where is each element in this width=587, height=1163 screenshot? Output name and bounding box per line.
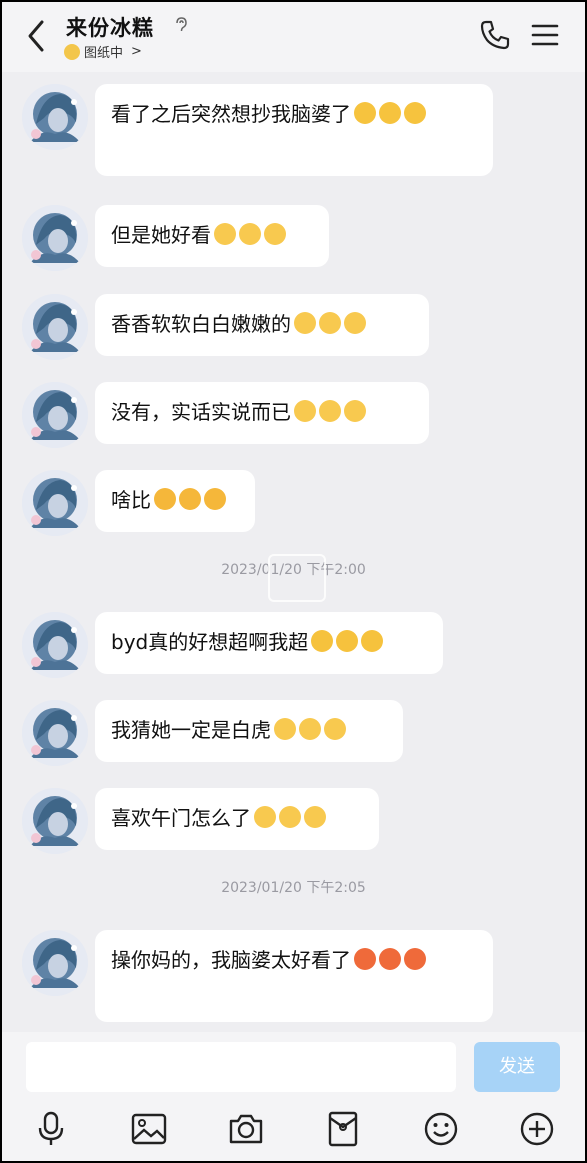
chevron-right-icon: > — [131, 44, 142, 59]
cute-emoji-icon — [319, 312, 341, 334]
angry-emoji-icon — [379, 948, 401, 970]
status-text: 图纸中 — [84, 46, 124, 61]
cute-emoji-icon — [344, 400, 366, 422]
avatar[interactable] — [22, 930, 88, 996]
message-text: 喜欢午门怎么了 — [111, 806, 251, 830]
message-bubble[interactable]: 看了之后突然想抄我脑婆了 — [95, 84, 493, 176]
message-text: 香香软软白白嫩嫩的 — [111, 312, 291, 336]
hearing-icon — [176, 17, 187, 32]
plead-emoji-icon — [354, 102, 376, 124]
cry-emoji-icon — [311, 630, 334, 652]
message-bubble[interactable]: 香香软软白白嫩嫩的 — [95, 294, 429, 356]
avatar[interactable] — [22, 205, 88, 271]
send-button[interactable]: 发送 — [474, 1042, 560, 1092]
cute-emoji-icon — [299, 718, 321, 740]
message-text: 没有，实话实说而已 — [111, 400, 291, 424]
message-bubble[interactable]: byd真的好想超啊我超 — [95, 612, 443, 674]
angry-emoji-icon — [404, 948, 426, 970]
message-text: 我猜她一定是白虎 — [111, 718, 271, 742]
avatar[interactable] — [22, 612, 88, 678]
plus-icon[interactable] — [518, 1110, 556, 1148]
message-text: 看了之后突然想抄我脑婆了 — [111, 102, 351, 126]
message-text: 操你妈的，我脑婆太好看了 — [111, 948, 351, 972]
menu-icon[interactable] — [530, 20, 560, 50]
message-bubble[interactable]: 我猜她一定是白虎 — [95, 700, 403, 762]
timestamp: 2023/01/20 下午2:05 — [221, 880, 366, 896]
cute-emoji-icon — [274, 718, 296, 740]
tongue-emoji-icon — [204, 488, 226, 510]
status-emoji-icon — [64, 43, 80, 60]
avatar[interactable] — [22, 788, 88, 854]
avatar[interactable] — [22, 470, 88, 536]
message-text: 但是她好看 — [111, 223, 211, 247]
cute-emoji-icon — [324, 718, 346, 740]
chat-title[interactable]: 来份冰糕 — [66, 12, 154, 42]
message-bubble[interactable]: 但是她好看 — [95, 205, 329, 267]
emoji-icon[interactable] — [422, 1110, 460, 1148]
cute-emoji-icon — [264, 223, 286, 245]
mic-icon[interactable] — [32, 1110, 70, 1148]
avatar[interactable] — [22, 382, 88, 448]
image-icon[interactable] — [130, 1110, 168, 1148]
message-bubble[interactable]: 没有，实话实说而已 — [95, 382, 429, 444]
camera-icon[interactable] — [227, 1110, 265, 1148]
avatar[interactable] — [22, 700, 88, 766]
cute-emoji-icon — [344, 312, 366, 334]
avatar[interactable] — [22, 294, 88, 360]
phone-icon[interactable] — [478, 18, 512, 52]
cute-emoji-icon — [294, 400, 316, 422]
cute-emoji-icon — [294, 312, 316, 334]
message-input[interactable] — [26, 1042, 456, 1092]
message-bubble[interactable]: 喜欢午门怎么了 — [95, 788, 379, 850]
chat-toolbar — [2, 1096, 585, 1161]
cute-emoji-icon — [254, 806, 276, 828]
message-text: byd真的好想超啊我超 — [111, 630, 309, 654]
avatar[interactable] — [22, 84, 88, 150]
online-status[interactable]: 图纸中 > — [64, 42, 142, 61]
red-packet-icon[interactable] — [324, 1110, 362, 1148]
cute-emoji-icon — [239, 223, 261, 245]
chat-header: 来份冰糕 图纸中 > — [2, 2, 585, 72]
plead-emoji-icon — [379, 102, 401, 124]
tongue-emoji-icon — [154, 488, 176, 510]
message-list[interactable]: 看了之后突然想抄我脑婆了 但是她好看香香软软白白嫩嫩的 没有，实话实说而已 啥比 202… — [2, 72, 585, 1032]
message-bubble[interactable]: 啥比 — [95, 470, 255, 532]
message-bubble[interactable]: 操你妈的，我脑婆太好看了 — [95, 930, 493, 1022]
input-bar: 发送 — [2, 1032, 585, 1096]
angry-emoji-icon — [354, 948, 376, 970]
cute-emoji-icon — [319, 400, 341, 422]
plead-emoji-icon — [404, 102, 426, 124]
tongue-emoji-icon — [179, 488, 201, 510]
cute-emoji-icon — [279, 806, 301, 828]
cute-emoji-icon — [304, 806, 326, 828]
watermark — [268, 554, 326, 602]
cry-emoji-icon — [336, 630, 359, 652]
chat-window: 来份冰糕 图纸中 > 看了之后突然想抄我脑婆了 但是她好看香香软软白白嫩嫩的 没有，… — [2, 2, 585, 1161]
message-text: 啥比 — [111, 488, 151, 512]
cry-emoji-icon — [361, 630, 384, 652]
cute-emoji-icon — [214, 223, 236, 245]
back-arrow-icon[interactable] — [22, 16, 50, 56]
